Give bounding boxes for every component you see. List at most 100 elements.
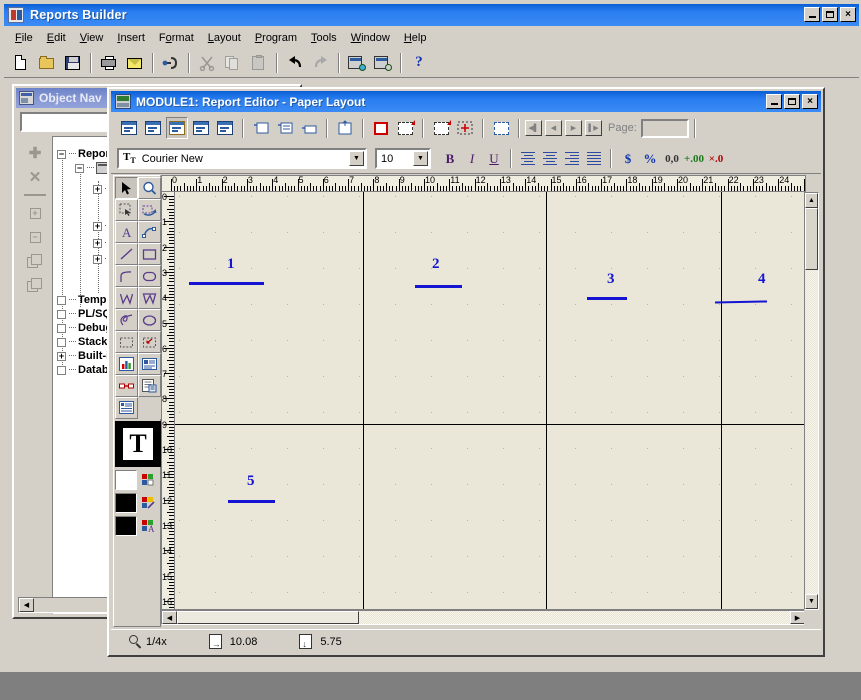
fill-color-swatch[interactable]: [115, 470, 137, 490]
tree-toggle-icon[interactable]: −: [75, 164, 84, 173]
canvas-vertical-scrollbar[interactable]: ▲ ▼: [804, 192, 819, 610]
hscroll-trough[interactable]: [177, 611, 790, 624]
paste-clipboard-icon[interactable]: [247, 51, 271, 74]
rectangle-tool[interactable]: [138, 243, 161, 265]
cut-scissors-icon[interactable]: [195, 51, 219, 74]
scroll-right-icon[interactable]: ▶: [790, 611, 805, 624]
magnify-tool[interactable]: [138, 177, 161, 199]
menu-item-layout[interactable]: Layout: [201, 30, 248, 46]
run-paper-report-icon[interactable]: [371, 51, 395, 74]
new-icon[interactable]: [9, 51, 33, 74]
save-disk-icon[interactable]: [61, 51, 85, 74]
freehand-tool[interactable]: [115, 309, 138, 331]
move-objects-icon[interactable]: [454, 117, 476, 139]
select-tool[interactable]: [115, 177, 138, 199]
layout-canvas[interactable]: 1 2 3 4 5: [175, 192, 806, 610]
polyline-tool[interactable]: [115, 287, 138, 309]
frame-tool[interactable]: [115, 331, 138, 353]
editor-maximize-button[interactable]: [784, 94, 800, 109]
layout-label-3[interactable]: 3: [607, 272, 615, 286]
link-file-tool[interactable]: [115, 375, 138, 397]
line-palette-icon[interactable]: [137, 493, 159, 513]
copy-icon[interactable]: [221, 51, 245, 74]
tree-toggle-icon[interactable]: +: [93, 255, 102, 264]
percent-icon[interactable]: %: [639, 149, 661, 169]
previous-page-icon[interactable]: ◀: [545, 120, 562, 136]
vscroll-trough[interactable]: [805, 208, 818, 594]
tree-toggle-icon[interactable]: −: [57, 150, 66, 159]
tree-toggle-icon[interactable]: [57, 324, 66, 333]
print-icon[interactable]: [97, 51, 121, 74]
scroll-down-icon[interactable]: ▼: [805, 594, 818, 609]
editor-close-button[interactable]: ×: [802, 94, 818, 109]
tree-toggle-icon[interactable]: [57, 296, 66, 305]
font-size-combobox[interactable]: 10 ▼: [375, 148, 431, 169]
tree-toggle-icon[interactable]: +: [93, 185, 102, 194]
text-tool[interactable]: A: [115, 221, 138, 243]
expand-icon[interactable]: +: [23, 202, 47, 224]
chevron-down-icon[interactable]: ▼: [349, 151, 364, 166]
tree-toggle-icon[interactable]: +: [93, 239, 102, 248]
paper-layout-icon[interactable]: [166, 117, 188, 139]
expand-all-icon[interactable]: [23, 250, 47, 272]
layout-label-4[interactable]: 4: [758, 272, 766, 286]
ellipse-tool[interactable]: [138, 309, 161, 331]
align-center-icon[interactable]: [540, 149, 560, 169]
scroll-up-icon[interactable]: ▲: [805, 193, 818, 208]
chevron-down-icon[interactable]: ▼: [413, 151, 428, 166]
bold-button[interactable]: B: [440, 149, 460, 169]
line-color-swatch[interactable]: [115, 493, 137, 513]
tree-toggle-icon[interactable]: [57, 366, 66, 375]
tree-toggle-icon[interactable]: +: [93, 222, 102, 231]
layout-rule-4[interactable]: [715, 300, 767, 303]
menu-item-insert[interactable]: Insert: [110, 30, 152, 46]
menu-item-program[interactable]: Program: [248, 30, 304, 46]
tree-item-stack[interactable]: Stack: [57, 335, 107, 349]
layout-label-1[interactable]: 1: [227, 257, 235, 271]
select-all-icon[interactable]: [490, 117, 512, 139]
layout-rule-3[interactable]: [587, 297, 627, 300]
arc-tool[interactable]: [115, 265, 138, 287]
tree-toggle-icon[interactable]: +: [57, 352, 66, 361]
collapse-all-icon[interactable]: [23, 274, 47, 296]
rotate-tool[interactable]: [138, 199, 161, 221]
align-right-icon[interactable]: [562, 149, 582, 169]
next-page-icon[interactable]: ▶: [565, 120, 582, 136]
reshape-tool[interactable]: [138, 221, 161, 243]
insert-frame-icon[interactable]: [250, 117, 272, 139]
menu-item-format[interactable]: Format: [152, 30, 201, 46]
run-paper-layout-icon[interactable]: [159, 51, 183, 74]
ole-object-tool[interactable]: [138, 353, 161, 375]
italic-button[interactable]: I: [462, 149, 482, 169]
select-parent-frame-icon[interactable]: [430, 117, 452, 139]
anchor-tool[interactable]: [138, 331, 161, 353]
text-palette-icon[interactable]: A: [137, 516, 159, 536]
comma-icon[interactable]: 0,0: [661, 149, 683, 169]
data-model-icon[interactable]: [118, 117, 140, 139]
layout-label-2[interactable]: 2: [432, 257, 440, 271]
app-maximize-button[interactable]: [822, 7, 838, 22]
collapse-icon[interactable]: −: [23, 226, 47, 248]
layout-canvas-scroll-area[interactable]: 1 2 3 4 5: [175, 192, 806, 610]
parameter-form-icon[interactable]: [214, 117, 236, 139]
underline-button[interactable]: U: [484, 149, 504, 169]
fill-palette-icon[interactable]: [137, 470, 159, 490]
layout-label-5[interactable]: 5: [247, 474, 255, 488]
editor-minimize-button[interactable]: [766, 94, 782, 109]
menu-item-help[interactable]: Help: [397, 30, 434, 46]
delete-icon[interactable]: ✕: [23, 166, 47, 188]
help-question-icon[interactable]: ?: [407, 51, 431, 74]
tree-toggle-icon[interactable]: [57, 310, 66, 319]
text-color-swatch[interactable]: [115, 516, 137, 536]
polygon-tool[interactable]: [138, 287, 161, 309]
first-page-icon[interactable]: ◀▌: [525, 120, 542, 136]
open-folder-icon[interactable]: [35, 51, 59, 74]
menu-item-tools[interactable]: Tools: [304, 30, 344, 46]
menu-item-view[interactable]: View: [73, 30, 111, 46]
app-close-button[interactable]: ×: [840, 7, 856, 22]
redo-icon[interactable]: [309, 51, 333, 74]
rounded-rectangle-tool[interactable]: [138, 265, 161, 287]
remove-decimal-icon[interactable]: ×.0: [705, 149, 727, 169]
align-left-icon[interactable]: [518, 149, 538, 169]
matrix-tool[interactable]: [115, 397, 138, 419]
